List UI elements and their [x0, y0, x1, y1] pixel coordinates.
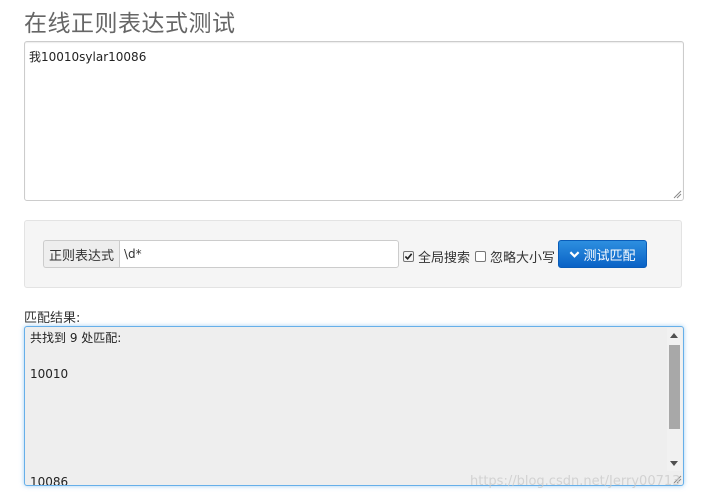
result-label: 匹配结果:	[24, 311, 81, 326]
scrollbar-thumb[interactable]	[669, 345, 680, 429]
check-icon	[404, 253, 413, 260]
test-match-button[interactable]: 测试匹配	[558, 240, 647, 268]
scroll-up-icon[interactable]	[670, 333, 678, 338]
result-line	[30, 437, 121, 455]
resize-grip-icon[interactable]	[672, 189, 682, 199]
result-lines: 共找到 9 处匹配: 10010 10086	[30, 329, 122, 486]
regex-panel: 正则表达式 全局搜索 忽略大小写 测试匹配	[24, 220, 682, 288]
result-line	[30, 455, 121, 473]
watermark: https://blog.csdn.net/Jerry00713	[470, 474, 681, 489]
result-line: 共找到 9 处匹配:	[30, 331, 122, 345]
source-text: 我10010sylar10086	[29, 50, 147, 64]
regex-input[interactable]	[119, 240, 399, 268]
page-title: 在线正则表达式测试	[24, 11, 236, 37]
result-line: 10010	[30, 367, 69, 381]
global-search-label: 全局搜索	[418, 251, 471, 266]
chevron-down-icon	[570, 250, 580, 258]
result-line	[30, 383, 121, 401]
global-search-option[interactable]: 全局搜索	[403, 247, 470, 266]
result-line	[30, 347, 121, 365]
vertical-scrollbar[interactable]	[667, 328, 682, 471]
ignore-case-checkbox[interactable]	[475, 251, 486, 262]
test-match-label: 测试匹配	[583, 248, 636, 264]
source-textarea[interactable]: 我10010sylar10086	[24, 41, 684, 201]
result-line	[30, 419, 121, 437]
ignore-case-label: 忽略大小写	[490, 251, 556, 266]
global-search-checkbox[interactable]	[403, 251, 414, 262]
scroll-down-icon[interactable]	[670, 461, 678, 466]
result-textarea[interactable]: 共找到 9 处匹配: 10010 10086	[24, 326, 684, 486]
result-line: 10086	[30, 475, 69, 486]
result-line	[30, 401, 121, 419]
regex-input-group: 正则表达式	[43, 240, 399, 268]
ignore-case-option[interactable]: 忽略大小写	[475, 247, 555, 266]
regex-label: 正则表达式	[43, 240, 119, 268]
